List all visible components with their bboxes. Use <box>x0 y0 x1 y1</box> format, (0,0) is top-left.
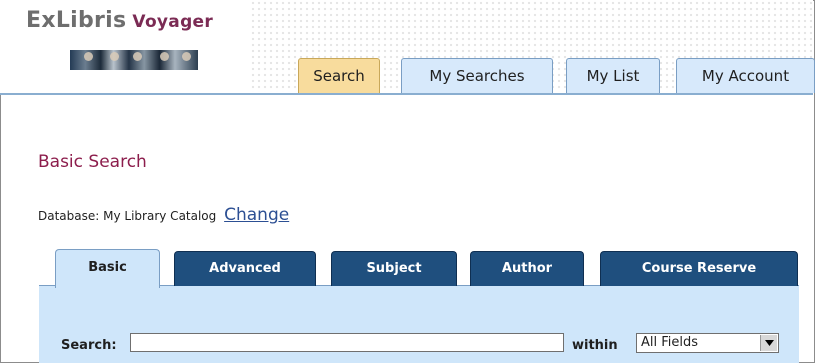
tab-search-label: Search <box>313 67 365 85</box>
search-tab-course-reserve-label: Course Reserve <box>641 261 757 276</box>
search-tab-advanced[interactable]: Advanced <box>174 251 316 286</box>
database-label: Database: <box>38 209 100 223</box>
chevron-down-icon[interactable] <box>760 335 777 351</box>
search-tab-basic-label: Basic <box>88 260 127 275</box>
header-divider <box>0 93 813 95</box>
search-tab-advanced-label: Advanced <box>209 261 281 276</box>
tab-search[interactable]: Search <box>298 58 380 93</box>
logo-exlibris: ExLibris <box>26 8 127 33</box>
within-selected-value: All Fields <box>641 335 699 350</box>
search-tab-author-label: Author <box>501 261 553 276</box>
search-tab-course-reserve[interactable]: Course Reserve <box>600 251 798 286</box>
page-title: Basic Search <box>38 152 147 172</box>
tab-my-searches[interactable]: My Searches <box>401 58 553 93</box>
search-tab-basic[interactable]: Basic <box>55 249 160 288</box>
database-line: Database: My Library Catalog Change <box>38 205 289 225</box>
within-label: within <box>572 338 618 353</box>
within-field-select[interactable]: All Fields <box>636 333 779 353</box>
header-people-photo <box>70 50 198 70</box>
logo-voyager: Voyager <box>132 12 214 32</box>
exlibris-voyager-logo: ExLibris Voyager <box>26 8 213 33</box>
tab-my-list-label: My List <box>586 67 640 85</box>
change-database-link[interactable]: Change <box>224 205 289 225</box>
search-label: Search: <box>61 338 117 353</box>
tab-my-account-label: My Account <box>701 67 790 85</box>
header: ExLibris Voyager Search My Searches My Li… <box>0 0 815 93</box>
search-tab-subject[interactable]: Subject <box>331 251 457 286</box>
search-input[interactable] <box>130 333 564 352</box>
search-tab-subject-label: Subject <box>366 261 422 276</box>
tab-my-list[interactable]: My List <box>566 58 660 93</box>
database-name: My Library Catalog <box>103 209 217 223</box>
search-tab-author[interactable]: Author <box>470 251 584 286</box>
tab-my-searches-label: My Searches <box>429 67 525 85</box>
tab-my-account[interactable]: My Account <box>676 58 815 93</box>
